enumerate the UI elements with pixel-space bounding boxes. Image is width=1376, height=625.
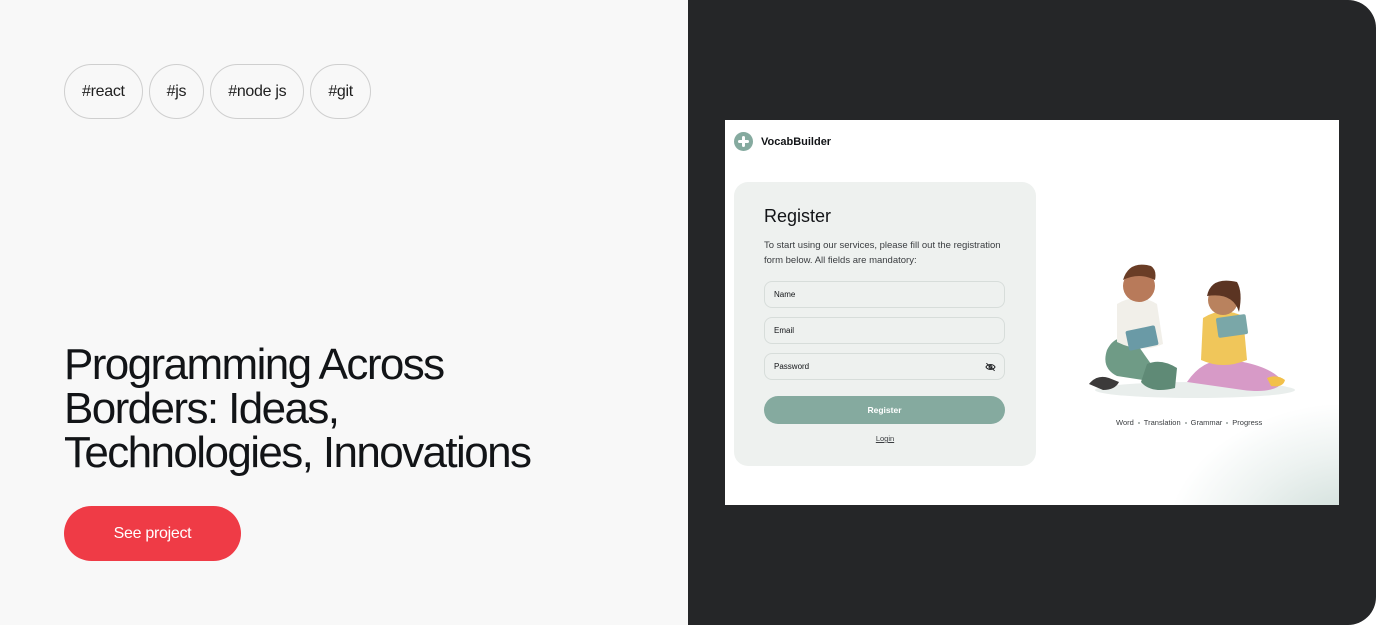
form-title: Register (764, 206, 832, 226)
feature-word: Word (1116, 418, 1134, 427)
separator-dot (1137, 421, 1140, 424)
feature-grammar: Grammar (1190, 418, 1223, 427)
email-field: Email (764, 317, 1005, 344)
brand-name: VocabBuilder (761, 135, 832, 148)
name-field: Name (764, 281, 1005, 308)
tag-react: #react (64, 64, 143, 119)
register-button: Register (764, 396, 1005, 424)
feature-list: Word Translation Grammar Progress (1116, 418, 1262, 427)
tag-git: #git (310, 64, 371, 119)
reading-couple-illustration (1089, 264, 1295, 398)
project-info-panel: #react #js #node js #git Programming Acr… (0, 0, 688, 625)
vocabbuilder-logo-icon (734, 132, 753, 151)
separator-dot (1184, 421, 1187, 424)
project-title: Programming Across Borders: Ideas, Techn… (64, 340, 532, 477)
project-screenshot: VocabBuilder Register To start using our… (725, 120, 1339, 505)
feature-progress: Progress (1232, 418, 1263, 427)
password-placeholder: Password (774, 362, 810, 371)
project-card: #react #js #node js #git Programming Acr… (0, 0, 1376, 625)
project-preview-panel: VocabBuilder Register To start using our… (688, 0, 1376, 625)
eye-off-icon (985, 362, 996, 372)
separator-dot (1226, 421, 1229, 424)
brand: VocabBuilder (734, 132, 831, 151)
form-description: To start using our services, please fill… (764, 240, 1001, 266)
password-field: Password (764, 353, 1005, 380)
login-link: Login (875, 434, 895, 443)
tag-list: #react #js #node js #git (64, 64, 371, 119)
feature-translation: Translation (1143, 418, 1181, 427)
tag-node-js: #node js (210, 64, 305, 119)
tag-js: #js (148, 64, 205, 119)
register-form: Register To start using our services, pl… (734, 182, 1036, 466)
see-project-button[interactable]: See project (64, 506, 241, 561)
